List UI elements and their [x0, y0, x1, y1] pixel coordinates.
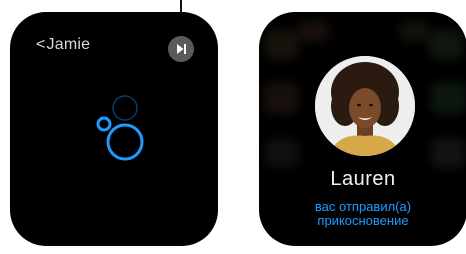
contact-name: Lauren — [330, 168, 396, 190]
tap-ring-small — [96, 116, 112, 132]
status-text-line-1: вас отправил(а) — [314, 199, 412, 214]
watch-screen-received-touch: Lauren вас отправил(а) прикосновение — [259, 12, 466, 246]
tap-canvas[interactable] — [10, 12, 218, 246]
comparison-stage: <Jamie Lauren вас отправил(а) прикоснове… — [0, 0, 466, 254]
contact-avatar — [315, 56, 415, 156]
tap-ring-large — [106, 123, 144, 161]
watch-screen-tap-compose: <Jamie — [10, 12, 218, 246]
tap-ring-faded — [112, 95, 138, 121]
avatar-portrait — [315, 56, 415, 156]
status-text-line-2: прикосновение — [317, 213, 409, 228]
